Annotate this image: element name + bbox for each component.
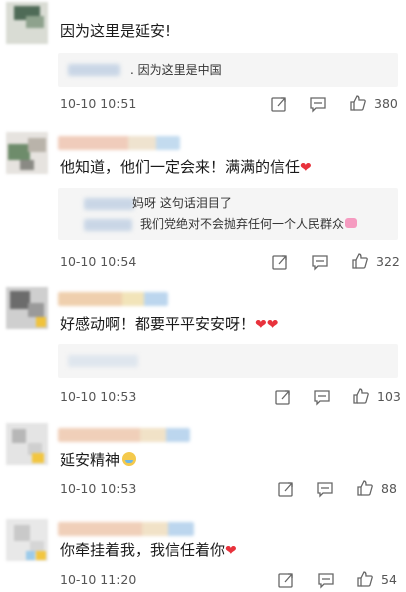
like-count: 322 — [376, 254, 400, 269]
like-count: 88 — [381, 481, 397, 496]
comment-text-body: 好感动啊！都要平平安安呀！ — [60, 315, 256, 333]
share-icon[interactable] — [271, 253, 289, 271]
timestamp: 10-10 10:51 — [60, 96, 137, 111]
username[interactable] — [58, 428, 190, 442]
reply-box[interactable]: 妈呀 这句话泪目了 我们党绝对不会抛弃任何一个人民群众 — [58, 188, 398, 240]
comment-text: 好感动啊！都要平平安安呀！❤❤ — [60, 314, 278, 335]
reply-box[interactable] — [58, 344, 398, 378]
comment-text: 他知道，他们一定会来！满满的信任❤ — [60, 157, 312, 178]
sparkling-heart-icon — [345, 218, 358, 228]
share-icon[interactable] — [277, 571, 295, 589]
comment-text-body: 你牵挂着我，我信任着你 — [60, 541, 226, 559]
reply-author — [84, 219, 132, 231]
reply-author — [68, 355, 138, 367]
avatar[interactable] — [6, 519, 48, 561]
like-icon[interactable] — [356, 479, 374, 497]
comment-icon[interactable] — [311, 253, 329, 271]
timestamp: 10-10 11:20 — [60, 572, 137, 587]
comment-text-body: 延安精神 — [60, 451, 121, 469]
comment-text: 延安精神 — [60, 450, 137, 470]
like-icon[interactable] — [351, 252, 369, 270]
avatar[interactable] — [6, 287, 48, 329]
comment-text: 因为这里是延安! — [60, 22, 172, 40]
like-count: 380 — [374, 96, 398, 111]
like-count: 54 — [381, 572, 397, 587]
reply-author — [84, 198, 134, 210]
share-icon[interactable] — [274, 388, 292, 406]
like-count: 103 — [377, 389, 401, 404]
username[interactable] — [58, 136, 180, 150]
share-icon[interactable] — [270, 95, 288, 113]
like-icon[interactable] — [352, 387, 370, 405]
comment-icon[interactable] — [309, 95, 327, 113]
like-icon[interactable] — [349, 94, 367, 112]
avatar[interactable] — [6, 132, 48, 174]
username[interactable] — [58, 522, 194, 536]
timestamp: 10-10 10:54 — [60, 254, 137, 269]
crying-face-icon — [122, 452, 137, 466]
reply-box[interactable]: . 因为这里是中国 — [58, 53, 398, 87]
heart-emoji-icon: ❤ — [300, 160, 312, 176]
comment-icon[interactable] — [316, 480, 334, 498]
comment-text-body: 他知道，他们一定会来！满满的信任 — [60, 158, 301, 176]
avatar[interactable] — [6, 423, 48, 465]
username[interactable] — [58, 292, 168, 306]
like-icon[interactable] — [356, 570, 374, 588]
avatar[interactable] — [6, 2, 48, 44]
reply-text-body: 我们党绝对不会抛弃任何一个人民群众 — [140, 217, 345, 231]
timestamp: 10-10 10:53 — [60, 481, 137, 496]
reply-text: 我们党绝对不会抛弃任何一个人民群众 — [140, 216, 358, 232]
heart-emoji-icon: ❤ — [225, 543, 237, 559]
timestamp: 10-10 10:53 — [60, 389, 137, 404]
reply-text: . 因为这里是中国 — [130, 63, 222, 77]
comment-icon[interactable] — [317, 571, 335, 589]
comment-text: 你牵挂着我，我信任着你❤ — [60, 540, 237, 561]
comment-icon[interactable] — [313, 388, 331, 406]
reply-author — [68, 64, 120, 76]
heart-emoji-icon: ❤❤ — [255, 317, 279, 333]
reply-text: 妈呀 这句话泪目了 — [132, 196, 232, 210]
share-icon[interactable] — [277, 480, 295, 498]
